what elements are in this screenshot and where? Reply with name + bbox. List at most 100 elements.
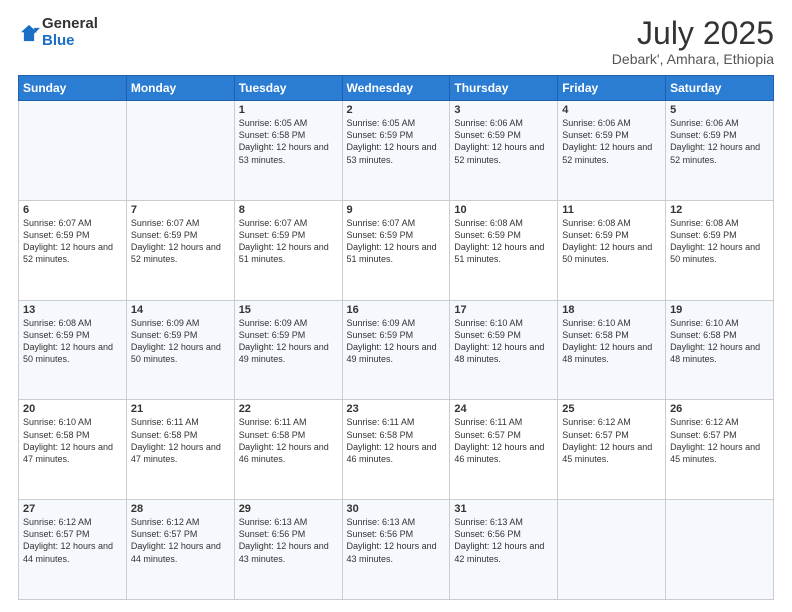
day-number: 16 xyxy=(347,304,446,316)
day-number: 13 xyxy=(23,304,122,316)
cell-info: Sunrise: 6:08 AMSunset: 6:59 PMDaylight:… xyxy=(454,217,553,266)
day-number: 18 xyxy=(562,304,661,316)
day-number: 28 xyxy=(131,503,230,515)
cell-info: Sunrise: 6:05 AMSunset: 6:59 PMDaylight:… xyxy=(347,117,446,166)
calendar-cell: 22Sunrise: 6:11 AMSunset: 6:58 PMDayligh… xyxy=(234,400,342,500)
day-number: 1 xyxy=(239,104,338,116)
calendar-cell: 25Sunrise: 6:12 AMSunset: 6:57 PMDayligh… xyxy=(558,400,666,500)
cell-info: Sunrise: 6:06 AMSunset: 6:59 PMDaylight:… xyxy=(562,117,661,166)
day-number: 8 xyxy=(239,204,338,216)
calendar-cell: 21Sunrise: 6:11 AMSunset: 6:58 PMDayligh… xyxy=(126,400,234,500)
day-number: 7 xyxy=(131,204,230,216)
day-number: 27 xyxy=(23,503,122,515)
page-title: July 2025 xyxy=(612,16,774,51)
cell-info: Sunrise: 6:11 AMSunset: 6:58 PMDaylight:… xyxy=(239,416,338,465)
calendar-cell: 11Sunrise: 6:08 AMSunset: 6:59 PMDayligh… xyxy=(558,200,666,300)
cell-info: Sunrise: 6:08 AMSunset: 6:59 PMDaylight:… xyxy=(670,217,769,266)
day-number: 29 xyxy=(239,503,338,515)
calendar-cell: 18Sunrise: 6:10 AMSunset: 6:58 PMDayligh… xyxy=(558,300,666,400)
day-number: 30 xyxy=(347,503,446,515)
cell-info: Sunrise: 6:10 AMSunset: 6:58 PMDaylight:… xyxy=(562,317,661,366)
calendar-cell: 31Sunrise: 6:13 AMSunset: 6:56 PMDayligh… xyxy=(450,500,558,600)
header: General Blue July 2025 Debark', Amhara, … xyxy=(18,16,774,67)
cell-info: Sunrise: 6:07 AMSunset: 6:59 PMDaylight:… xyxy=(347,217,446,266)
calendar-cell: 16Sunrise: 6:09 AMSunset: 6:59 PMDayligh… xyxy=(342,300,450,400)
cell-info: Sunrise: 6:12 AMSunset: 6:57 PMDaylight:… xyxy=(670,416,769,465)
col-sunday: Sunday xyxy=(19,76,127,101)
calendar-week-1: 1Sunrise: 6:05 AMSunset: 6:58 PMDaylight… xyxy=(19,101,774,201)
calendar-header-row: Sunday Monday Tuesday Wednesday Thursday… xyxy=(19,76,774,101)
col-monday: Monday xyxy=(126,76,234,101)
calendar-cell: 19Sunrise: 6:10 AMSunset: 6:58 PMDayligh… xyxy=(666,300,774,400)
day-number: 3 xyxy=(454,104,553,116)
cell-info: Sunrise: 6:09 AMSunset: 6:59 PMDaylight:… xyxy=(347,317,446,366)
cell-info: Sunrise: 6:11 AMSunset: 6:58 PMDaylight:… xyxy=(347,416,446,465)
day-number: 20 xyxy=(23,403,122,415)
calendar-cell: 3Sunrise: 6:06 AMSunset: 6:59 PMDaylight… xyxy=(450,101,558,201)
cell-info: Sunrise: 6:08 AMSunset: 6:59 PMDaylight:… xyxy=(23,317,122,366)
logo-text: General Blue xyxy=(42,16,98,49)
calendar-cell: 8Sunrise: 6:07 AMSunset: 6:59 PMDaylight… xyxy=(234,200,342,300)
calendar-cell: 27Sunrise: 6:12 AMSunset: 6:57 PMDayligh… xyxy=(19,500,127,600)
cell-info: Sunrise: 6:07 AMSunset: 6:59 PMDaylight:… xyxy=(131,217,230,266)
day-number: 19 xyxy=(670,304,769,316)
day-number: 26 xyxy=(670,403,769,415)
cell-info: Sunrise: 6:12 AMSunset: 6:57 PMDaylight:… xyxy=(23,516,122,565)
calendar-cell: 7Sunrise: 6:07 AMSunset: 6:59 PMDaylight… xyxy=(126,200,234,300)
logo: General Blue xyxy=(18,16,98,49)
col-thursday: Thursday xyxy=(450,76,558,101)
cell-info: Sunrise: 6:10 AMSunset: 6:58 PMDaylight:… xyxy=(670,317,769,366)
calendar-week-3: 13Sunrise: 6:08 AMSunset: 6:59 PMDayligh… xyxy=(19,300,774,400)
page-subtitle: Debark', Amhara, Ethiopia xyxy=(612,51,774,67)
cell-info: Sunrise: 6:07 AMSunset: 6:59 PMDaylight:… xyxy=(23,217,122,266)
page: General Blue July 2025 Debark', Amhara, … xyxy=(0,0,792,612)
day-number: 22 xyxy=(239,403,338,415)
calendar-cell: 5Sunrise: 6:06 AMSunset: 6:59 PMDaylight… xyxy=(666,101,774,201)
cell-info: Sunrise: 6:10 AMSunset: 6:59 PMDaylight:… xyxy=(454,317,553,366)
calendar-cell: 13Sunrise: 6:08 AMSunset: 6:59 PMDayligh… xyxy=(19,300,127,400)
day-number: 10 xyxy=(454,204,553,216)
calendar-cell: 9Sunrise: 6:07 AMSunset: 6:59 PMDaylight… xyxy=(342,200,450,300)
day-number: 31 xyxy=(454,503,553,515)
day-number: 12 xyxy=(670,204,769,216)
calendar-cell: 14Sunrise: 6:09 AMSunset: 6:59 PMDayligh… xyxy=(126,300,234,400)
calendar-cell: 15Sunrise: 6:09 AMSunset: 6:59 PMDayligh… xyxy=(234,300,342,400)
cell-info: Sunrise: 6:08 AMSunset: 6:59 PMDaylight:… xyxy=(562,217,661,266)
day-number: 15 xyxy=(239,304,338,316)
day-number: 11 xyxy=(562,204,661,216)
day-number: 6 xyxy=(23,204,122,216)
title-block: July 2025 Debark', Amhara, Ethiopia xyxy=(612,16,774,67)
cell-info: Sunrise: 6:11 AMSunset: 6:58 PMDaylight:… xyxy=(131,416,230,465)
cell-info: Sunrise: 6:07 AMSunset: 6:59 PMDaylight:… xyxy=(239,217,338,266)
day-number: 9 xyxy=(347,204,446,216)
cell-info: Sunrise: 6:10 AMSunset: 6:58 PMDaylight:… xyxy=(23,416,122,465)
calendar-week-2: 6Sunrise: 6:07 AMSunset: 6:59 PMDaylight… xyxy=(19,200,774,300)
calendar-cell xyxy=(126,101,234,201)
logo-icon xyxy=(18,22,40,44)
cell-info: Sunrise: 6:12 AMSunset: 6:57 PMDaylight:… xyxy=(562,416,661,465)
calendar-cell: 29Sunrise: 6:13 AMSunset: 6:56 PMDayligh… xyxy=(234,500,342,600)
calendar-cell: 17Sunrise: 6:10 AMSunset: 6:59 PMDayligh… xyxy=(450,300,558,400)
cell-info: Sunrise: 6:11 AMSunset: 6:57 PMDaylight:… xyxy=(454,416,553,465)
calendar-table: Sunday Monday Tuesday Wednesday Thursday… xyxy=(18,75,774,600)
col-wednesday: Wednesday xyxy=(342,76,450,101)
calendar-cell: 30Sunrise: 6:13 AMSunset: 6:56 PMDayligh… xyxy=(342,500,450,600)
calendar-cell xyxy=(19,101,127,201)
logo-general: General xyxy=(42,15,98,32)
cell-info: Sunrise: 6:13 AMSunset: 6:56 PMDaylight:… xyxy=(347,516,446,565)
day-number: 4 xyxy=(562,104,661,116)
day-number: 25 xyxy=(562,403,661,415)
calendar-week-5: 27Sunrise: 6:12 AMSunset: 6:57 PMDayligh… xyxy=(19,500,774,600)
cell-info: Sunrise: 6:12 AMSunset: 6:57 PMDaylight:… xyxy=(131,516,230,565)
calendar-week-4: 20Sunrise: 6:10 AMSunset: 6:58 PMDayligh… xyxy=(19,400,774,500)
calendar-cell xyxy=(558,500,666,600)
cell-info: Sunrise: 6:13 AMSunset: 6:56 PMDaylight:… xyxy=(239,516,338,565)
calendar-cell: 6Sunrise: 6:07 AMSunset: 6:59 PMDaylight… xyxy=(19,200,127,300)
calendar-cell: 12Sunrise: 6:08 AMSunset: 6:59 PMDayligh… xyxy=(666,200,774,300)
calendar-cell: 26Sunrise: 6:12 AMSunset: 6:57 PMDayligh… xyxy=(666,400,774,500)
col-tuesday: Tuesday xyxy=(234,76,342,101)
col-saturday: Saturday xyxy=(666,76,774,101)
calendar-cell: 20Sunrise: 6:10 AMSunset: 6:58 PMDayligh… xyxy=(19,400,127,500)
logo-blue: Blue xyxy=(42,32,75,49)
cell-info: Sunrise: 6:06 AMSunset: 6:59 PMDaylight:… xyxy=(454,117,553,166)
